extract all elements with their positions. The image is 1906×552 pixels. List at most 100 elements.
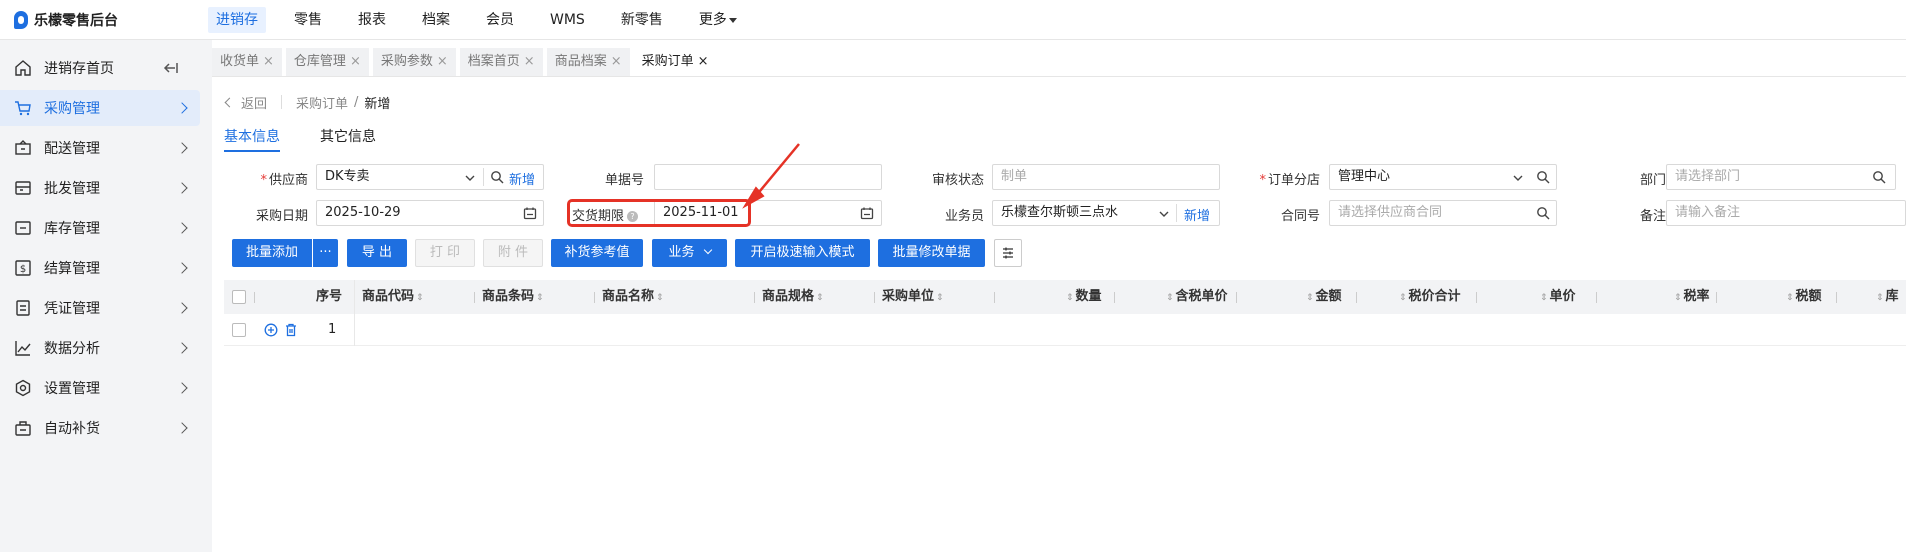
add-row-icon[interactable]: [264, 323, 278, 337]
tab-warehouse[interactable]: 仓库管理 ×: [285, 48, 369, 76]
topnav-item-members[interactable]: 会员: [478, 7, 522, 33]
column-header-spec[interactable]: 商品规格 ⇕: [762, 280, 826, 314]
sidebar-item-inventory-home[interactable]: 进销存首页: [0, 50, 200, 86]
back-arrow-icon[interactable]: [224, 97, 235, 107]
sort-icon: ⇕: [1306, 293, 1314, 303]
close-icon[interactable]: ×: [611, 54, 622, 69]
tab-purchase-order[interactable]: 采购订单 ×: [633, 48, 717, 76]
batch-add-more-button[interactable]: ···: [313, 239, 338, 267]
export-button[interactable]: 导 出: [347, 239, 407, 267]
sidebar-item-wholesale[interactable]: 批发管理: [0, 170, 200, 206]
close-icon[interactable]: ×: [350, 54, 361, 69]
tab-archive-home[interactable]: 档案首页 ×: [459, 48, 543, 76]
batch-modify-button[interactable]: 批量修改单据: [878, 239, 985, 267]
column-divider: [1476, 292, 1477, 303]
column-header-unit-price[interactable]: ⇕ 单价: [1538, 280, 1576, 314]
column-header-unit[interactable]: 采购单位 ⇕: [882, 280, 946, 314]
subtab-basic-info[interactable]: 基本信息: [224, 126, 280, 152]
breadcrumb-parent[interactable]: 采购订单: [296, 93, 348, 112]
sidebar-item-settings[interactable]: 设置管理: [0, 370, 200, 406]
topnav-item-wms[interactable]: WMS: [542, 7, 593, 33]
sidebar-item-inventory[interactable]: 库存管理: [0, 210, 200, 246]
svg-text:$: $: [20, 264, 26, 275]
breadcrumb-separator: /: [354, 94, 359, 110]
column-header-tax-price[interactable]: ⇕ 含税单价: [1164, 280, 1228, 314]
column-header-tax-rate[interactable]: ⇕ 税率: [1672, 280, 1710, 314]
row-checkbox[interactable]: [232, 323, 246, 337]
column-header-quantity[interactable]: ⇕ 数量: [1064, 280, 1102, 314]
top-nav: 进销存 零售 报表 档案 会员 WMS 新零售 更多: [208, 7, 765, 33]
remark-input[interactable]: 请输入备注: [1666, 200, 1906, 226]
select-all-checkbox[interactable]: [232, 290, 246, 304]
sidebar-item-label: 设置管理: [44, 381, 100, 397]
contract-no-select[interactable]: 请选择供应商合同: [1329, 200, 1557, 226]
close-icon[interactable]: ×: [698, 54, 709, 69]
tab-purchase-params[interactable]: 采购参数 ×: [372, 48, 456, 76]
tab-receipt[interactable]: 收货单 ×: [212, 48, 282, 76]
topnav-item-reports[interactable]: 报表: [350, 7, 394, 33]
sidebar-item-voucher[interactable]: 凭证管理: [0, 290, 200, 326]
tab-product-archive[interactable]: 商品档案 ×: [546, 48, 630, 76]
sidebar-item-auto-replenish[interactable]: 自动补货: [0, 410, 200, 446]
salesman-add-link[interactable]: 新增: [1184, 205, 1210, 224]
chevron-down-icon: [703, 245, 712, 255]
column-header-product-name[interactable]: 商品名称 ⇕: [602, 280, 666, 314]
calendar-icon[interactable]: [860, 206, 874, 220]
column-settings-button[interactable]: [994, 239, 1022, 267]
delete-row-icon[interactable]: [284, 323, 298, 337]
sidebar-item-purchase[interactable]: 采购管理: [0, 90, 200, 126]
audit-status-input: 制单: [992, 164, 1220, 190]
column-header-amount[interactable]: ⇕ 金额: [1304, 280, 1342, 314]
page-tabs: 收货单 × 仓库管理 × 采购参数 × 档案首页 × 商品档案 × 采购订单 ×: [212, 48, 721, 76]
column-header-barcode[interactable]: 商品条码 ⇕: [482, 280, 546, 314]
search-icon[interactable]: [1872, 170, 1886, 184]
topnav-item-inventory[interactable]: 进销存: [208, 7, 266, 33]
close-icon[interactable]: ×: [263, 54, 274, 69]
contract-no-label: 合同号: [1280, 209, 1320, 224]
calendar-icon[interactable]: [523, 206, 537, 220]
sidebar-item-settlement[interactable]: $ 结算管理: [0, 250, 200, 286]
column-label: 税率: [1683, 289, 1710, 304]
remark-label: 备注: [1639, 209, 1666, 224]
column-header-index: 序号: [316, 289, 343, 304]
column-header-stock[interactable]: ⇕ 库: [1874, 280, 1899, 314]
department-select[interactable]: 请选择部门: [1666, 164, 1896, 190]
sidebar-item-delivery[interactable]: 配送管理: [0, 130, 200, 166]
tab-label: 采购参数: [380, 54, 433, 69]
batch-add-button[interactable]: 批量添加: [232, 239, 312, 267]
column-header-tax-amount[interactable]: ⇕ 税额: [1784, 280, 1822, 314]
column-divider: [754, 292, 755, 303]
topnav-item-new-retail[interactable]: 新零售: [613, 7, 671, 33]
chevron-down-icon[interactable]: [463, 171, 477, 185]
search-icon[interactable]: [1536, 170, 1550, 184]
column-header-product-code[interactable]: 商品代码 ⇕: [362, 280, 426, 314]
column-header-tax-total[interactable]: ⇕ 税价合计: [1397, 280, 1461, 314]
back-link[interactable]: 返回: [241, 93, 267, 112]
doc-no-input[interactable]: [654, 164, 882, 190]
topnav-item-more[interactable]: 更多: [691, 7, 745, 33]
search-icon[interactable]: [490, 170, 504, 184]
app-logo[interactable]: 乐檬零售后台: [14, 10, 118, 30]
salesman-value: 乐檬查尔斯顿三点水: [1001, 205, 1119, 220]
close-icon[interactable]: ×: [437, 54, 448, 69]
search-icon[interactable]: [1536, 206, 1550, 220]
topnav-item-retail[interactable]: 零售: [286, 7, 330, 33]
column-divider: [254, 292, 255, 303]
supplier-add-link[interactable]: 新增: [509, 169, 535, 188]
fast-input-mode-button[interactable]: 开启极速输入模式: [735, 239, 870, 267]
chevron-down-icon[interactable]: [1157, 207, 1171, 221]
audit-status-label: 审核状态: [931, 173, 984, 188]
table-header: 序号 商品代码 ⇕ 商品条码 ⇕ 商品名称 ⇕ 商品规格 ⇕ 采购单位 ⇕ ⇕ 数量 ⇕ 含税…: [224, 280, 1906, 314]
close-icon[interactable]: ×: [524, 54, 535, 69]
topnav-item-archives[interactable]: 档案: [414, 7, 458, 33]
table-row[interactable]: 1: [224, 314, 1906, 346]
collapse-sidebar-icon[interactable]: [162, 59, 180, 77]
sidebar-item-analytics[interactable]: 数据分析: [0, 330, 200, 366]
tab-label: 档案首页: [467, 54, 520, 69]
subtab-other-info[interactable]: 其它信息: [320, 126, 376, 152]
chevron-down-icon[interactable]: [1511, 171, 1525, 185]
replenish-ref-button[interactable]: 补货参考值: [551, 239, 643, 267]
business-dropdown-button[interactable]: 业务: [652, 239, 727, 267]
column-divider: [994, 292, 995, 303]
purchase-date-input[interactable]: 2025-10-29: [316, 200, 544, 226]
